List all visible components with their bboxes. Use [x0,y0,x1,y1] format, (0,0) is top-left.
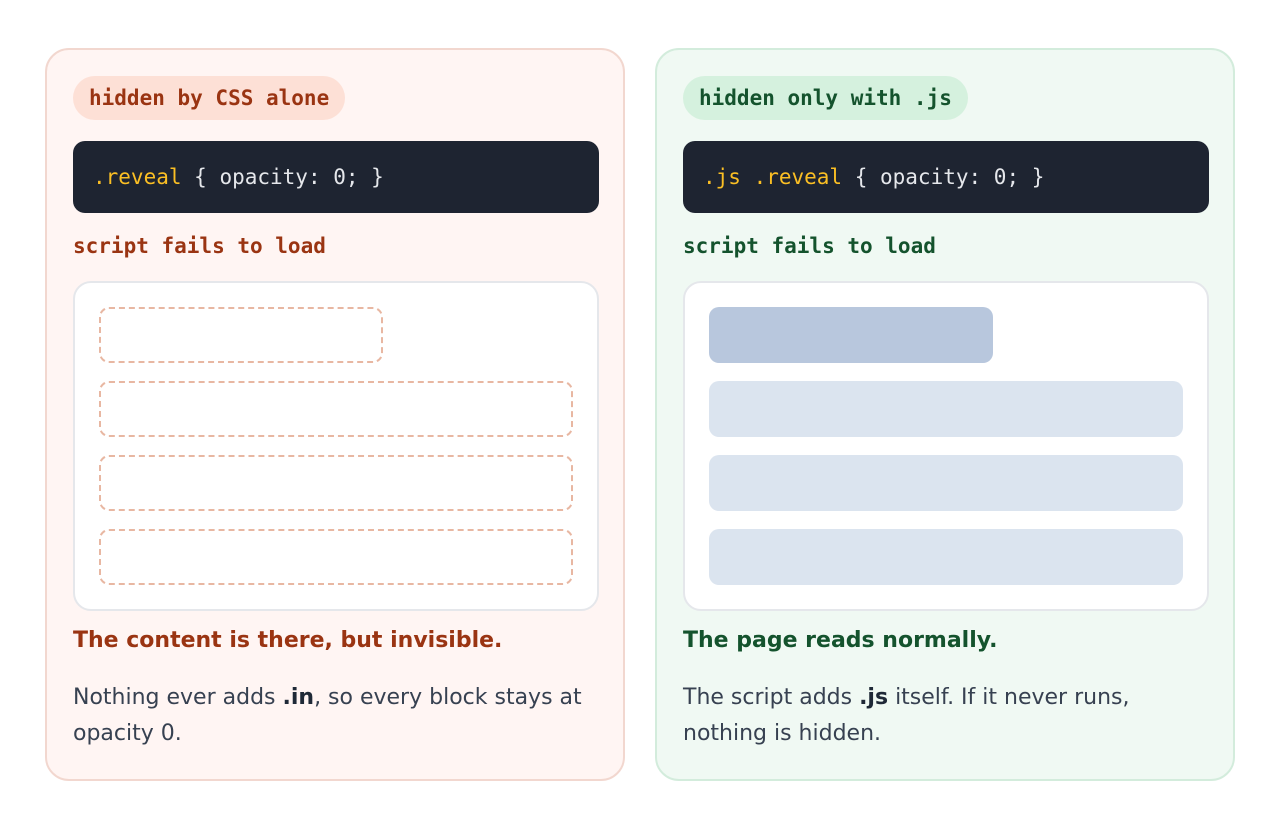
panel-badge: hidden only with .js [683,76,968,120]
code-rule: { opacity: 0; } [842,165,1045,189]
code-selector: .js .reveal [703,165,843,189]
desc-text: The script adds [683,685,860,710]
page-preview [73,281,599,611]
code-rule: { opacity: 0; } [181,165,384,189]
desc-code: .js [859,685,889,710]
result-description: Nothing ever adds .in, so every block st… [73,680,593,752]
visible-block [709,381,1183,437]
result-heading: The content is there, but invisible. [73,628,503,653]
invisible-block [99,381,573,437]
code-snippet: .reveal { opacity: 0; } [73,141,599,213]
invisible-block [99,455,573,511]
scenario-label: script fails to load [683,234,936,258]
panel-badge: hidden by CSS alone [73,76,346,120]
visible-block [709,455,1183,511]
js-only-panel: hidden only with .js .js .reveal { opaci… [655,48,1235,781]
visible-block [709,529,1183,585]
invisible-block [99,307,383,363]
page-preview [683,281,1209,611]
scenario-label: script fails to load [73,234,326,258]
visible-block [709,307,993,363]
invisible-block [99,529,573,585]
code-selector: .reveal [93,165,182,189]
desc-code: .in [282,685,315,710]
result-description: The script adds .js itself. If it never … [683,680,1203,752]
result-heading: The page reads normally. [683,628,998,653]
desc-text: Nothing ever adds [73,685,283,710]
css-alone-panel: hidden by CSS alone .reveal { opacity: 0… [45,48,625,781]
code-snippet: .js .reveal { opacity: 0; } [683,141,1209,213]
